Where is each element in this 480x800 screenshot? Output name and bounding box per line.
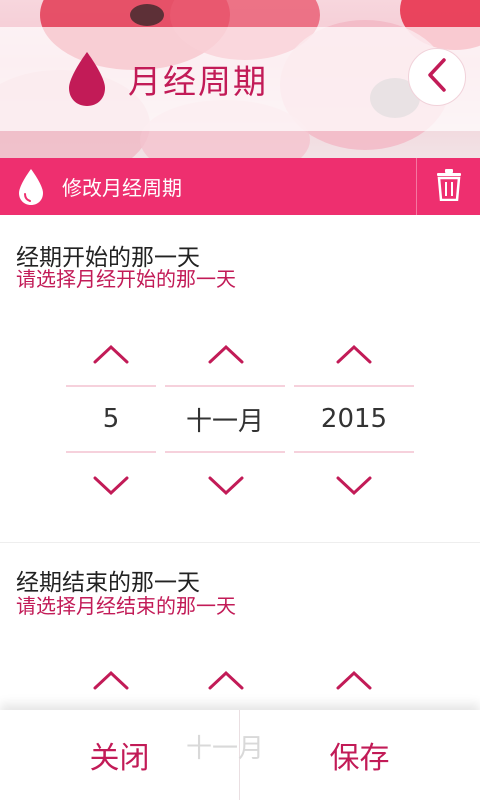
chevron-down-icon [206, 476, 246, 502]
section-header: 修改月经周期 [0, 158, 480, 215]
month-value[interactable]: 十一月 [165, 385, 285, 453]
year-decrement-button[interactable] [334, 474, 374, 498]
end-day-increment-button[interactable] [91, 668, 131, 692]
year-increment-button[interactable] [334, 342, 374, 366]
blood-drop-icon [16, 167, 46, 207]
back-button[interactable] [408, 48, 466, 106]
end-year-increment-button[interactable] [334, 668, 374, 692]
year-value[interactable]: 2015 [294, 385, 414, 453]
delete-button[interactable] [416, 158, 480, 215]
blood-drop-icon [66, 50, 108, 108]
day-value[interactable]: 5 [66, 385, 156, 453]
chevron-down-icon [91, 476, 131, 502]
chevron-up-icon [91, 344, 131, 370]
flower-center [130, 4, 164, 26]
save-button[interactable]: 保存 [240, 710, 479, 800]
chevron-down-icon [334, 476, 374, 502]
month-increment-button[interactable] [206, 342, 246, 366]
chevron-up-icon [91, 670, 131, 696]
chevron-up-icon [206, 344, 246, 370]
month-decrement-button[interactable] [206, 474, 246, 498]
chevron-up-icon [334, 670, 374, 696]
section-divider [0, 542, 480, 543]
chevron-up-icon [206, 670, 246, 696]
end-month-value-obscured: 十一月 [186, 734, 265, 764]
end-month-increment-button[interactable] [206, 668, 246, 692]
trash-icon [436, 168, 462, 205]
section-title: 修改月经周期 [62, 176, 182, 200]
day-decrement-button[interactable] [91, 474, 131, 498]
page-title: 月经周期 [128, 62, 268, 101]
header-background: 月经周期 [0, 0, 480, 158]
chevron-left-icon [426, 57, 448, 97]
end-date-hint: 请选择月经结束的那一天 [16, 594, 236, 618]
chevron-up-icon [334, 344, 374, 370]
day-increment-button[interactable] [91, 342, 131, 366]
start-date-hint: 请选择月经开始的那一天 [16, 267, 236, 291]
